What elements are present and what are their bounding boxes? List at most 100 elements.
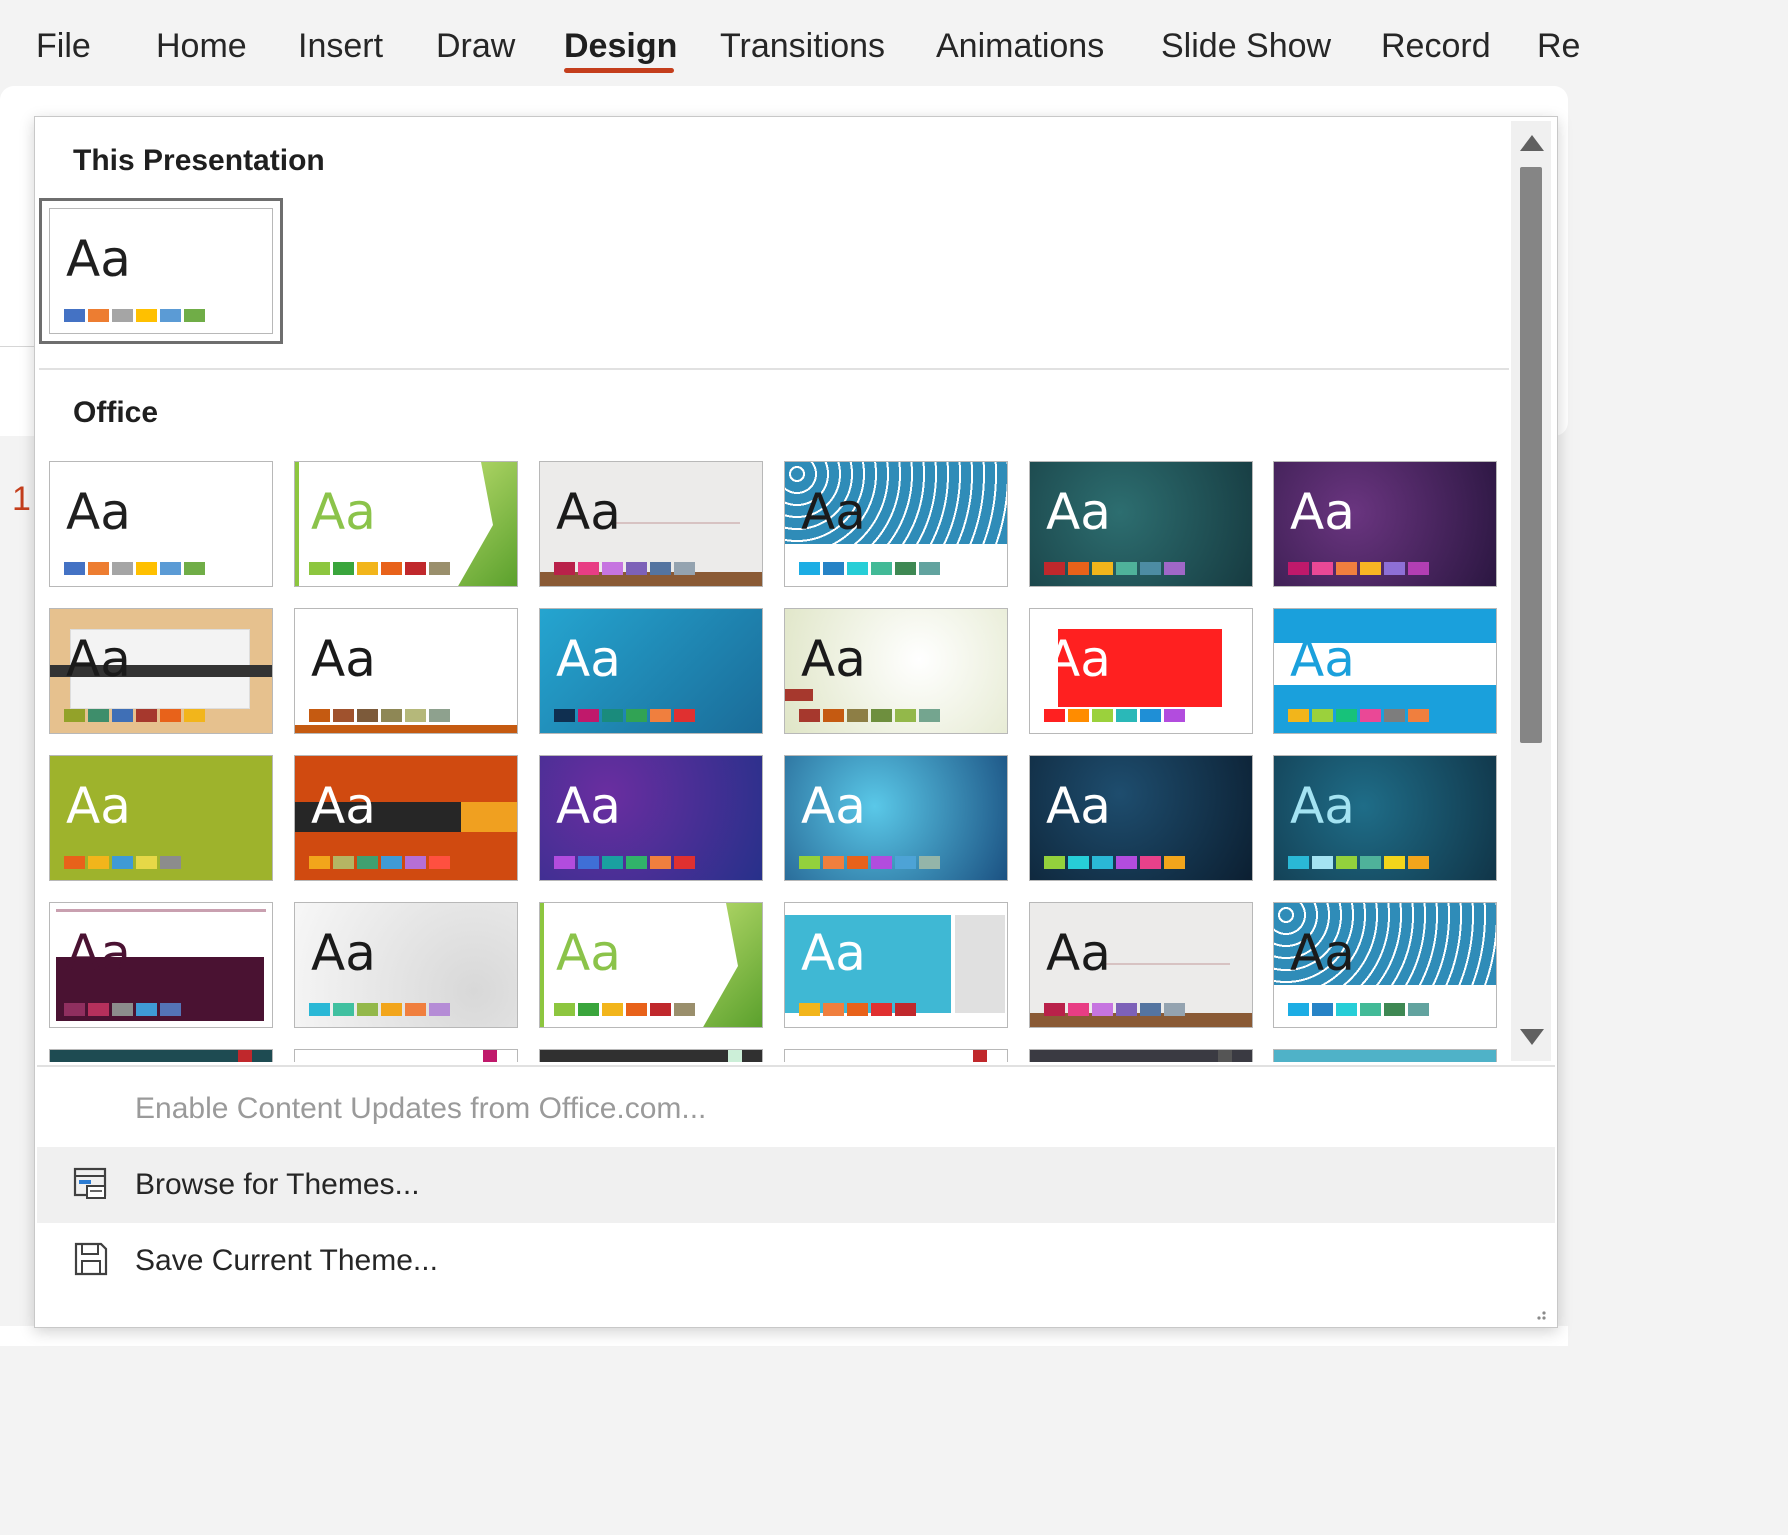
theme-thumbnail-partial[interactable] bbox=[49, 1049, 273, 1062]
scroll-down-arrow-icon[interactable] bbox=[1520, 1029, 1544, 1045]
color-swatch bbox=[112, 562, 133, 575]
theme-preview-text: Aa bbox=[66, 630, 131, 688]
save-current-theme-item[interactable]: Save Current Theme... bbox=[37, 1223, 1555, 1299]
theme-thumbnail[interactable]: Aa bbox=[784, 461, 1008, 587]
color-swatch bbox=[554, 562, 575, 575]
theme-decoration bbox=[56, 909, 266, 912]
tab-home[interactable]: Home bbox=[156, 24, 247, 68]
color-swatch bbox=[1164, 709, 1185, 722]
tab-animations[interactable]: Animations bbox=[936, 24, 1104, 68]
tab-insert[interactable]: Insert bbox=[298, 24, 383, 68]
theme-thumbnail[interactable]: Aa bbox=[539, 461, 763, 587]
theme-thumbnail[interactable]: Aa bbox=[784, 902, 1008, 1028]
theme-thumbnail[interactable]: Aa bbox=[294, 902, 518, 1028]
color-swatch bbox=[1312, 856, 1333, 869]
theme-thumbnail[interactable]: Aa bbox=[539, 902, 763, 1028]
theme-color-swatches bbox=[554, 562, 695, 576]
theme-thumbnail[interactable]: Aa bbox=[784, 755, 1008, 881]
theme-thumbnail[interactable]: Aa bbox=[49, 755, 273, 881]
theme-thumbnail[interactable]: Aa bbox=[784, 608, 1008, 734]
theme-thumbnail[interactable]: Aa bbox=[1273, 902, 1497, 1028]
color-swatch bbox=[1360, 1003, 1381, 1016]
color-swatch bbox=[88, 309, 109, 322]
theme-thumbnail-partial[interactable] bbox=[784, 1049, 1008, 1062]
tab-record[interactable]: Record bbox=[1381, 24, 1491, 68]
color-swatch bbox=[136, 1003, 157, 1016]
color-swatch bbox=[160, 309, 181, 322]
theme-thumbnail[interactable]: Aa bbox=[539, 755, 763, 881]
theme-thumbnail-current[interactable]: Aa bbox=[49, 208, 273, 334]
tab-transitions[interactable]: Transitions bbox=[720, 24, 885, 68]
color-swatch bbox=[1408, 1003, 1429, 1016]
tab-slide-show[interactable]: Slide Show bbox=[1161, 24, 1331, 68]
theme-thumbnail[interactable]: Aa bbox=[294, 755, 518, 881]
theme-preview-text: Aa bbox=[556, 630, 621, 688]
color-swatch bbox=[674, 856, 695, 869]
theme-thumbnail[interactable]: Aa bbox=[539, 608, 763, 734]
theme-thumbnail[interactable]: Aa bbox=[49, 608, 273, 734]
tab-design[interactable]: Design bbox=[564, 24, 677, 68]
color-swatch bbox=[1116, 1003, 1137, 1016]
scrollbar-thumb[interactable] bbox=[1520, 167, 1542, 743]
color-swatch bbox=[64, 562, 85, 575]
color-swatch bbox=[1092, 856, 1113, 869]
theme-thumbnail[interactable]: Aa bbox=[1029, 461, 1253, 587]
theme-thumbnail[interactable]: Aa bbox=[49, 461, 273, 587]
color-swatch bbox=[1116, 709, 1137, 722]
theme-thumbnail[interactable]: Aa bbox=[49, 902, 273, 1028]
theme-decoration bbox=[457, 462, 517, 586]
theme-thumbnail-partial[interactable] bbox=[1273, 1049, 1497, 1062]
color-swatch bbox=[674, 562, 695, 575]
resize-grip-icon[interactable] bbox=[1531, 1305, 1547, 1321]
color-swatch bbox=[1384, 562, 1405, 575]
color-swatch bbox=[309, 856, 330, 869]
color-swatch bbox=[184, 709, 205, 722]
theme-thumbnail[interactable]: Aa bbox=[1273, 755, 1497, 881]
theme-thumbnail[interactable]: Aa bbox=[294, 608, 518, 734]
color-swatch bbox=[1044, 709, 1065, 722]
theme-decoration bbox=[540, 903, 544, 1027]
scroll-up-arrow-icon[interactable] bbox=[1520, 135, 1544, 151]
theme-thumbnail-partial[interactable] bbox=[539, 1049, 763, 1062]
theme-decoration bbox=[483, 1050, 497, 1062]
active-tab-indicator bbox=[564, 68, 674, 73]
theme-thumbnail[interactable]: Aa bbox=[1029, 608, 1253, 734]
theme-thumbnail-partial[interactable] bbox=[294, 1049, 518, 1062]
color-swatch bbox=[847, 562, 868, 575]
browse-for-themes-item[interactable]: Browse for Themes... bbox=[37, 1147, 1555, 1223]
theme-decoration bbox=[1218, 1050, 1232, 1062]
theme-preview-text: Aa bbox=[1046, 483, 1111, 541]
color-swatch bbox=[405, 856, 426, 869]
color-swatch bbox=[429, 709, 450, 722]
theme-decoration bbox=[1100, 963, 1230, 965]
tab-draw[interactable]: Draw bbox=[436, 24, 515, 68]
theme-thumbnail[interactable]: Aa bbox=[294, 461, 518, 587]
color-swatch bbox=[1116, 856, 1137, 869]
color-swatch bbox=[88, 562, 109, 575]
color-swatch bbox=[1092, 562, 1113, 575]
color-swatch bbox=[554, 709, 575, 722]
theme-thumbnail[interactable]: Aa bbox=[1273, 461, 1497, 587]
color-swatch bbox=[381, 709, 402, 722]
theme-thumbnail[interactable]: Aa bbox=[1273, 608, 1497, 734]
section-heading-this-presentation: This Presentation bbox=[73, 144, 325, 177]
color-swatch bbox=[895, 856, 916, 869]
theme-preview-text: Aa bbox=[66, 924, 131, 982]
theme-preview-text: Aa bbox=[1290, 777, 1355, 835]
theme-preview-text: Aa bbox=[801, 924, 866, 982]
theme-preview-text: Aa bbox=[556, 777, 621, 835]
color-swatch bbox=[333, 709, 354, 722]
tab-file[interactable]: File bbox=[36, 24, 91, 68]
theme-thumbnail[interactable]: Aa bbox=[1029, 755, 1253, 881]
color-swatch bbox=[1068, 856, 1089, 869]
color-swatch bbox=[1312, 1003, 1333, 1016]
tab-review[interactable]: Re bbox=[1537, 24, 1580, 68]
theme-decoration bbox=[1462, 1050, 1476, 1062]
color-swatch bbox=[602, 562, 623, 575]
color-swatch bbox=[1360, 709, 1381, 722]
color-swatch bbox=[650, 562, 671, 575]
color-swatch bbox=[184, 562, 205, 575]
color-swatch bbox=[357, 709, 378, 722]
theme-thumbnail[interactable]: Aa bbox=[1029, 902, 1253, 1028]
theme-thumbnail-partial[interactable] bbox=[1029, 1049, 1253, 1062]
